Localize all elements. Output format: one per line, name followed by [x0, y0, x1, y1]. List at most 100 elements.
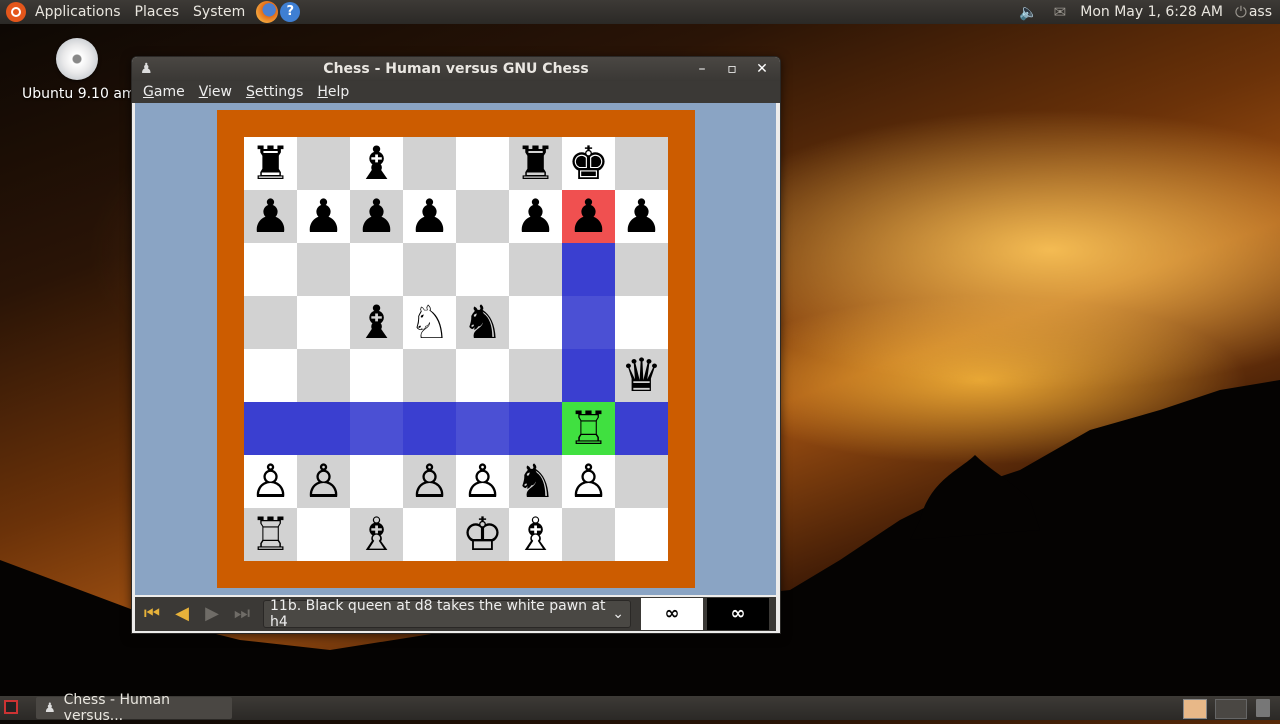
- square-f2[interactable]: ♞: [509, 455, 562, 508]
- chess-piece[interactable]: ♖: [568, 402, 609, 455]
- square-c2[interactable]: [350, 455, 403, 508]
- square-h1[interactable]: [615, 508, 668, 561]
- move-history-dropdown[interactable]: 11b. Black queen at d8 takes the white p…: [263, 598, 631, 630]
- square-d1[interactable]: [403, 508, 456, 561]
- square-d5[interactable]: ♘: [403, 296, 456, 349]
- chess-piece[interactable]: ♟: [356, 190, 397, 243]
- square-d6[interactable]: [403, 243, 456, 296]
- square-a3[interactable]: [244, 402, 297, 455]
- square-e1[interactable]: ♔: [456, 508, 509, 561]
- ubuntu-logo-icon[interactable]: [6, 2, 26, 22]
- clock[interactable]: Mon May 1, 6:28 AM: [1080, 4, 1223, 20]
- square-a2[interactable]: ♙: [244, 455, 297, 508]
- square-a5[interactable]: [244, 296, 297, 349]
- square-f3[interactable]: [509, 402, 562, 455]
- square-a6[interactable]: [244, 243, 297, 296]
- square-e6[interactable]: [456, 243, 509, 296]
- square-h7[interactable]: ♟: [615, 190, 668, 243]
- square-c6[interactable]: [350, 243, 403, 296]
- square-g2[interactable]: ♙: [562, 455, 615, 508]
- chess-piece[interactable]: ♘: [409, 296, 450, 349]
- menu-help[interactable]: Help: [310, 84, 356, 100]
- window-titlebar[interactable]: ♟ Chess - Human versus GNU Chess – ▫ ✕: [132, 57, 780, 81]
- next-move-button[interactable]: ▶: [199, 601, 225, 627]
- desktop-cd-icon[interactable]: Ubuntu 9.10 am: [22, 36, 136, 102]
- square-h5[interactable]: [615, 296, 668, 349]
- user-menu[interactable]: ass: [1249, 4, 1272, 20]
- square-b3[interactable]: [297, 402, 350, 455]
- last-move-button[interactable]: ⏭: [229, 601, 255, 627]
- square-g6[interactable]: [562, 243, 615, 296]
- system-menu[interactable]: System: [186, 0, 252, 24]
- square-g7[interactable]: ♟: [562, 190, 615, 243]
- chess-piece[interactable]: ♟: [303, 190, 344, 243]
- square-a7[interactable]: ♟: [244, 190, 297, 243]
- square-g4[interactable]: [562, 349, 615, 402]
- volume-icon[interactable]: 🔈: [1019, 3, 1038, 21]
- square-e3[interactable]: [456, 402, 509, 455]
- square-b1[interactable]: [297, 508, 350, 561]
- maximize-button[interactable]: ▫: [722, 59, 742, 79]
- trash-icon[interactable]: [1256, 699, 1270, 717]
- square-c4[interactable]: [350, 349, 403, 402]
- square-h2[interactable]: [615, 455, 668, 508]
- square-b4[interactable]: [297, 349, 350, 402]
- chess-piece[interactable]: ♝: [356, 137, 397, 190]
- minimize-button[interactable]: –: [692, 59, 712, 79]
- square-g1[interactable]: [562, 508, 615, 561]
- square-b7[interactable]: ♟: [297, 190, 350, 243]
- chess-piece[interactable]: ♟: [409, 190, 450, 243]
- square-d2[interactable]: ♙: [403, 455, 456, 508]
- first-move-button[interactable]: ⏮: [139, 601, 165, 627]
- chess-piece[interactable]: ♙: [462, 455, 503, 508]
- menu-settings[interactable]: Settings: [239, 84, 310, 100]
- square-a1[interactable]: ♖: [244, 508, 297, 561]
- chess-piece[interactable]: ♛: [621, 349, 662, 402]
- square-b2[interactable]: ♙: [297, 455, 350, 508]
- close-button[interactable]: ✕: [752, 59, 772, 79]
- chess-piece[interactable]: ♔: [462, 508, 503, 561]
- square-d7[interactable]: ♟: [403, 190, 456, 243]
- square-h6[interactable]: [615, 243, 668, 296]
- chess-piece[interactable]: ♞: [515, 455, 556, 508]
- square-f6[interactable]: [509, 243, 562, 296]
- chess-piece[interactable]: ♙: [303, 455, 344, 508]
- chess-piece[interactable]: ♚: [568, 137, 609, 190]
- chess-board[interactable]: ♜ ♝ ♜ ♚ ♟ ♟ ♟ ♟ ♟ ♟ ♟ ♝ ♘ ♞ ♛ ♖ ♙ ♙ ♙ ♙ ♞ ♙ ♖ ♗ ♔ ♗: [244, 137, 668, 561]
- power-icon[interactable]: ⏻: [1235, 3, 1247, 21]
- chess-piece[interactable]: ♟: [515, 190, 556, 243]
- chess-piece[interactable]: ♟: [621, 190, 662, 243]
- chess-piece[interactable]: ♜: [250, 137, 291, 190]
- square-f1[interactable]: ♗: [509, 508, 562, 561]
- chess-piece[interactable]: ♜: [515, 137, 556, 190]
- applications-menu[interactable]: Applications: [28, 0, 128, 24]
- square-f8[interactable]: ♜: [509, 137, 562, 190]
- previous-move-button[interactable]: ◀: [169, 601, 195, 627]
- square-c5[interactable]: ♝: [350, 296, 403, 349]
- square-c1[interactable]: ♗: [350, 508, 403, 561]
- chess-piece[interactable]: ♟: [568, 190, 609, 243]
- square-b8[interactable]: [297, 137, 350, 190]
- square-f4[interactable]: [509, 349, 562, 402]
- square-d4[interactable]: [403, 349, 456, 402]
- square-e7[interactable]: [456, 190, 509, 243]
- square-e2[interactable]: ♙: [456, 455, 509, 508]
- help-launcher-icon[interactable]: ?: [280, 2, 301, 22]
- square-h4[interactable]: ♛: [615, 349, 668, 402]
- chess-piece[interactable]: ♙: [250, 455, 291, 508]
- square-d8[interactable]: [403, 137, 456, 190]
- chess-piece[interactable]: ♙: [409, 455, 450, 508]
- chess-piece[interactable]: ♟: [250, 190, 291, 243]
- square-g8[interactable]: ♚: [562, 137, 615, 190]
- menu-view[interactable]: View: [192, 84, 239, 100]
- taskbar-chess-button[interactable]: ♟ Chess - Human versus...: [36, 692, 232, 724]
- square-g5[interactable]: [562, 296, 615, 349]
- square-a8[interactable]: ♜: [244, 137, 297, 190]
- square-b5[interactable]: [297, 296, 350, 349]
- menu-game[interactable]: Game: [136, 84, 192, 100]
- chess-piece[interactable]: ♝: [356, 296, 397, 349]
- chess-piece[interactable]: ♖: [250, 508, 291, 561]
- square-h3[interactable]: [615, 402, 668, 455]
- square-c8[interactable]: ♝: [350, 137, 403, 190]
- firefox-launcher-icon[interactable]: [256, 1, 279, 23]
